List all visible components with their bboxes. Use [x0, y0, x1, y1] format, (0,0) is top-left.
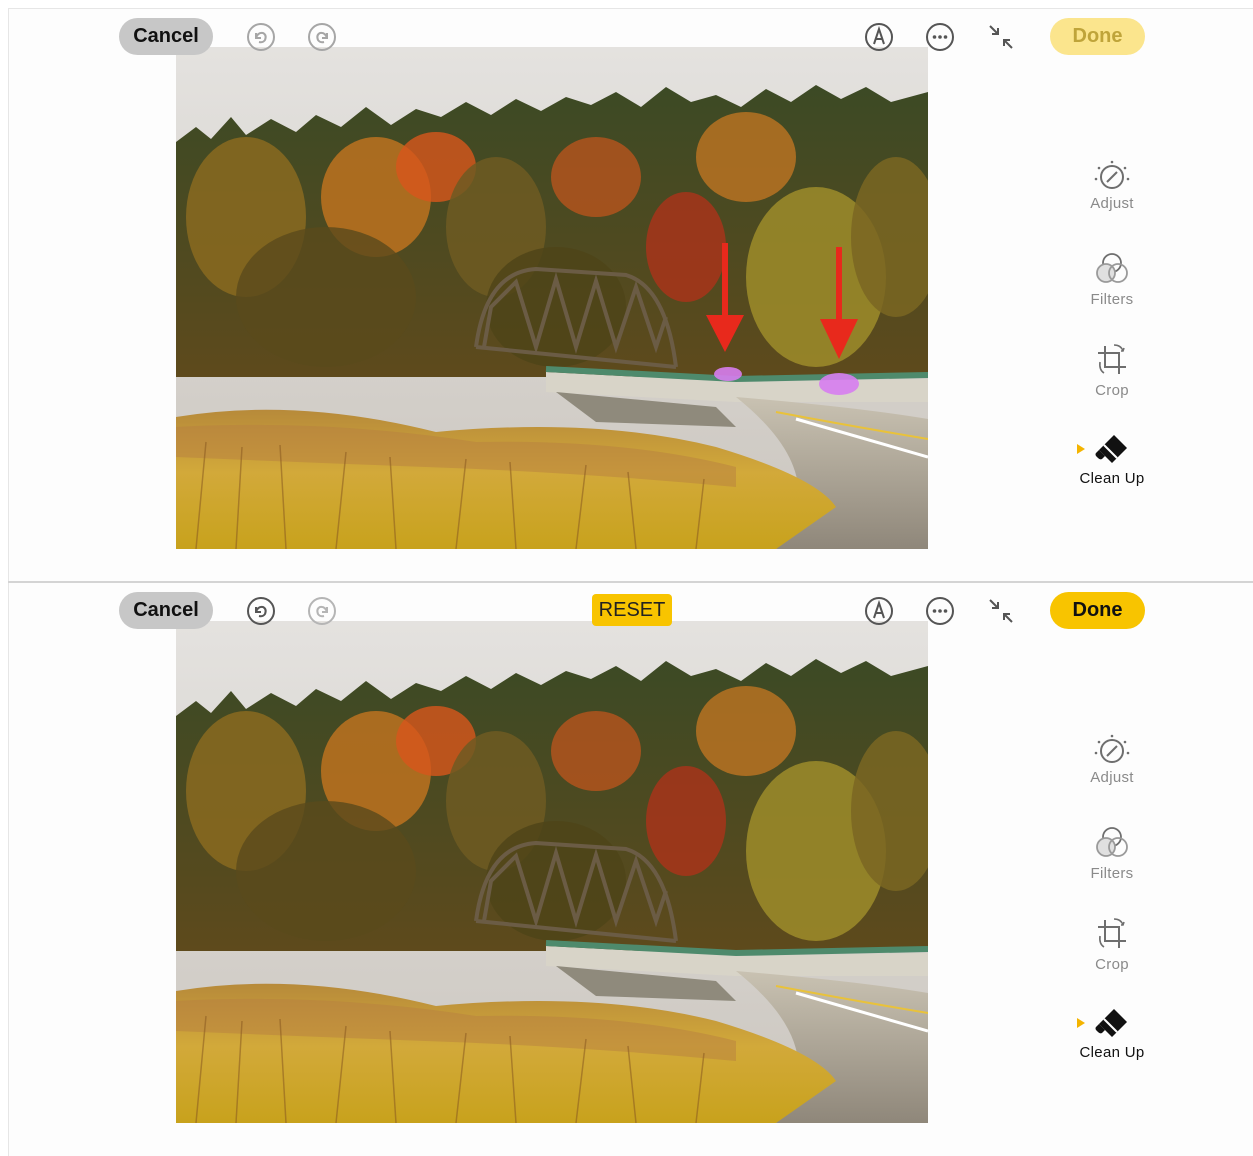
redo-icon[interactable]	[307, 596, 337, 626]
done-button[interactable]: Done	[1050, 592, 1145, 629]
selected-tool-marker	[1077, 444, 1085, 454]
crop-rotate-icon	[1098, 918, 1126, 948]
crop-rotate-icon	[1098, 344, 1126, 374]
tool-filters[interactable]: Filters	[1070, 249, 1154, 308]
cancel-button[interactable]: Cancel	[119, 18, 213, 55]
editor-after-panel: Cancel RESET Done Adjust Filters Crop Cl…	[8, 583, 1253, 1156]
editor-before-panel: Cancel Done Adjust Filters Crop Clean Up	[8, 8, 1253, 582]
eraser-icon	[1095, 1009, 1127, 1037]
tool-label: Adjust	[1090, 195, 1134, 212]
tool-label: Adjust	[1090, 769, 1134, 786]
done-button[interactable]: Done	[1050, 18, 1145, 55]
tool-label: Clean Up	[1079, 1044, 1145, 1061]
photo-canvas[interactable]	[176, 47, 928, 549]
adjust-dial-icon	[1094, 160, 1130, 189]
undo-icon[interactable]	[246, 596, 276, 626]
tool-clean-up[interactable]: Clean Up	[1070, 432, 1154, 487]
highlighted-car-2	[819, 373, 859, 395]
tool-clean-up[interactable]: Clean Up	[1070, 1006, 1154, 1061]
shrink-icon[interactable]	[986, 596, 1016, 626]
tool-label: Crop	[1095, 956, 1129, 973]
markup-icon[interactable]	[864, 596, 894, 626]
more-options-icon[interactable]	[925, 596, 955, 626]
tool-label: Crop	[1095, 382, 1129, 399]
markup-icon[interactable]	[864, 22, 894, 52]
tool-filters[interactable]: Filters	[1070, 823, 1154, 882]
photo-canvas[interactable]	[176, 621, 928, 1123]
tool-crop[interactable]: Crop	[1070, 914, 1154, 973]
tool-crop[interactable]: Crop	[1070, 340, 1154, 399]
tool-adjust[interactable]: Adjust	[1070, 733, 1154, 786]
tool-label: Filters	[1090, 291, 1134, 308]
tool-label: Filters	[1090, 865, 1134, 882]
selected-tool-marker	[1077, 1018, 1085, 1028]
tool-adjust[interactable]: Adjust	[1070, 159, 1154, 212]
tool-label: Clean Up	[1079, 470, 1145, 487]
undo-icon[interactable]	[246, 22, 276, 52]
redo-icon[interactable]	[307, 22, 337, 52]
eraser-icon	[1095, 435, 1127, 463]
adjust-dial-icon	[1094, 734, 1130, 763]
reset-button[interactable]: RESET	[592, 594, 672, 626]
highlighted-car-1	[714, 367, 742, 381]
more-options-icon[interactable]	[925, 22, 955, 52]
cancel-button[interactable]: Cancel	[119, 592, 213, 629]
shrink-icon[interactable]	[986, 22, 1016, 52]
filters-circles-icon	[1096, 253, 1128, 283]
filters-circles-icon	[1096, 827, 1128, 857]
